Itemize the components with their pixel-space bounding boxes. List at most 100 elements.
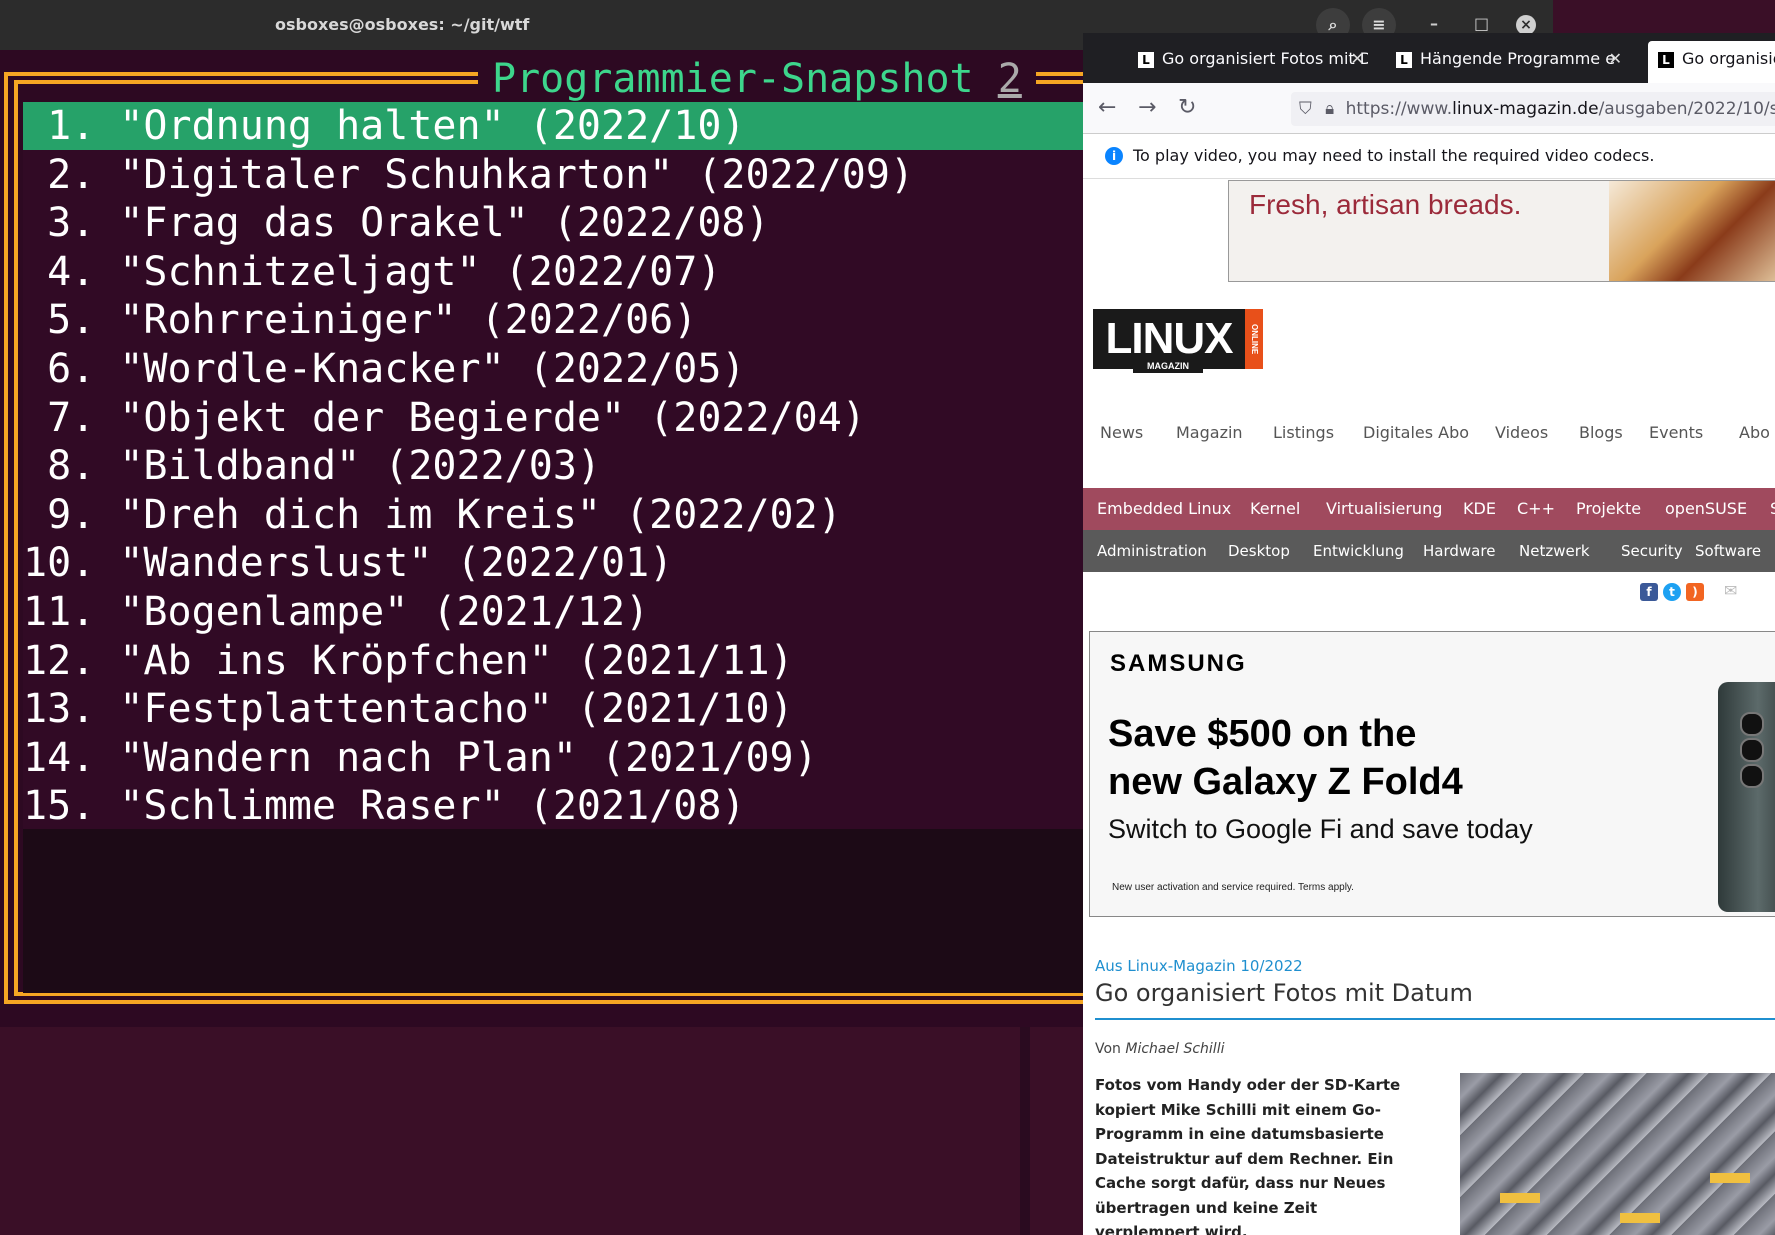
cat-kernel[interactable]: Kernel	[1250, 488, 1300, 530]
widget-heading-number: 2	[997, 56, 1022, 102]
linux-magazin-favicon: L	[1138, 51, 1154, 68]
snapshot-list-item[interactable]: 9. "Dreh dich im Kreis" (2022/02)	[23, 491, 1133, 539]
mail-icon[interactable]: ✉	[1724, 581, 1737, 600]
nav-digitales-abo[interactable]: Digitales Abo	[1363, 408, 1469, 458]
snapshot-list-item[interactable]: 6. "Wordle-Knacker" (2022/05)	[23, 345, 1133, 393]
ad-headline-line-2: new Galaxy Z Fold4	[1108, 761, 1463, 803]
article-teaser: Fotos vom Handy oder der SD-Karte kopier…	[1095, 1076, 1401, 1235]
item-title: "Schlimme Raser" (2021/08)	[119, 783, 746, 830]
url-path: /ausgaben/2022/10/s	[1598, 99, 1775, 119]
item-title: "Festplattentacho" (2021/10)	[119, 686, 794, 733]
lock-icon[interactable]: 🔒︎	[1325, 99, 1334, 119]
article-byline: Von Michael Schilli	[1095, 1041, 1224, 1057]
cat-entwicklung[interactable]: Entwicklung	[1313, 530, 1404, 572]
url-prefix: https://www.	[1345, 99, 1453, 119]
snapshot-list-item[interactable]: 5. "Rohrreiniger" (2022/06)	[23, 296, 1133, 344]
back-icon[interactable]: ←	[1098, 95, 1116, 120]
nav-videos[interactable]: Videos	[1495, 408, 1548, 458]
cat-kde[interactable]: KDE	[1463, 488, 1496, 530]
rss-icon[interactable]: )	[1686, 583, 1704, 601]
item-title: "Wordle-Knacker" (2022/05)	[119, 346, 746, 392]
nav-listings[interactable]: Listings	[1273, 408, 1334, 458]
article-author: Michael Schilli	[1125, 1041, 1225, 1057]
bread-advertisement[interactable]: Fresh, artisan breads.	[1228, 180, 1775, 282]
item-title: "Digitaler Schuhkarton" (2022/09)	[119, 151, 915, 198]
minimize-icon[interactable]: –	[1430, 14, 1438, 33]
title-divider	[1095, 1018, 1775, 1020]
snapshot-list-item[interactable]: 14. "Wandern nach Plan" (2021/09)	[23, 734, 1133, 782]
snapshot-list-item[interactable]: 11. "Bogenlampe" (2021/12)	[23, 588, 1133, 636]
snapshot-list-item[interactable]: 12. "Ab ins Kröpfchen" (2021/11)	[23, 637, 1133, 685]
snapshot-list-item[interactable]: 7. "Objekt der Begierde" (2022/04)	[23, 394, 1133, 442]
cat-opensuse[interactable]: openSUSE	[1665, 488, 1747, 530]
article-kicker[interactable]: Aus Linux-Magazin 10/2022	[1095, 957, 1303, 975]
snapshot-list-item[interactable]: 4. "Schnitzeljagt" (2022/07)	[23, 248, 1133, 296]
snapshot-list-item[interactable]: 15. "Schlimme Raser" (2021/08)	[23, 782, 1133, 830]
snapshot-list-item[interactable]: 10. "Wanderslust" (2022/01)	[23, 539, 1133, 587]
desktop-divider	[1020, 1027, 1030, 1235]
facebook-icon[interactable]: f	[1640, 583, 1658, 601]
maximize-icon[interactable]: □	[1474, 14, 1489, 33]
cat-embedded-linux[interactable]: Embedded Linux	[1097, 488, 1231, 530]
cat-hardware[interactable]: Hardware	[1423, 530, 1495, 572]
tab-label: Go organisiert Fotos mit D	[1162, 49, 1368, 68]
info-icon: i	[1105, 147, 1123, 165]
codec-notification-bar: i To play video, you may need to install…	[1083, 134, 1775, 179]
nav-news[interactable]: News	[1100, 408, 1143, 458]
close-tab-icon[interactable]: ✕	[1351, 41, 1364, 77]
nav-events[interactable]: Events	[1649, 408, 1703, 458]
cat-desktop[interactable]: Desktop	[1228, 530, 1290, 572]
navigation-toolbar: ← → ↻ ⛉ 🔒︎ https://www.linux-magazin.de/…	[1083, 83, 1775, 134]
cat-netzwerk[interactable]: Netzwerk	[1519, 530, 1590, 572]
forward-icon[interactable]: →	[1138, 95, 1156, 120]
image-detail	[1500, 1193, 1540, 1203]
linux-magazin-favicon: L	[1658, 51, 1674, 68]
close-icon[interactable]: ×	[1516, 15, 1536, 35]
logo-online-text: ONLINE	[1245, 309, 1263, 369]
item-title: "Objekt der Begierde" (2022/04)	[119, 394, 866, 441]
samsung-advertisement[interactable]: SAMSUNG Save $500 on the new Galaxy Z Fo…	[1089, 631, 1775, 917]
snapshot-list-item[interactable]: 13. "Festplattentacho" (2021/10)	[23, 685, 1133, 733]
tracking-shield-icon[interactable]: ⛉	[1299, 99, 1312, 119]
linux-magazin-logo[interactable]: LINUX MAGAZIN ONLINE	[1093, 309, 1265, 381]
close-tab-icon[interactable]: ✕	[1609, 41, 1622, 77]
snapshot-list-item[interactable]: 1. "Ordnung halten" (2022/10)	[23, 102, 1133, 150]
cat-more[interactable]: S	[1770, 488, 1775, 530]
item-title: "Bildband" (2022/03)	[119, 443, 601, 490]
tab-active[interactable]: L Go organisie	[1648, 41, 1775, 83]
snapshot-list-item[interactable]: 2. "Digitaler Schuhkarton" (2022/09)	[23, 151, 1133, 199]
item-number: 15.	[23, 783, 96, 830]
cat-cpp[interactable]: C++	[1517, 488, 1555, 530]
snapshot-list-item[interactable]: 8. "Bildband" (2022/03)	[23, 442, 1133, 490]
nav-magazin[interactable]: Magazin	[1176, 408, 1243, 458]
article-title: Go organisiert Fotos mit Datum	[1095, 979, 1473, 1007]
item-title: "Frag das Orakel" (2022/08)	[119, 200, 770, 247]
cat-administration[interactable]: Administration	[1097, 530, 1207, 572]
snapshot-list-item[interactable]: 3. "Frag das Orakel" (2022/08)	[23, 199, 1133, 247]
byline-prefix: Von	[1095, 1041, 1126, 1057]
item-title: "Bogenlampe" (2021/12)	[119, 589, 650, 635]
image-detail	[1710, 1173, 1750, 1183]
widget-heading: Programmier-Snapshot 2	[478, 55, 1036, 103]
cat-virtualisierung[interactable]: Virtualisierung	[1326, 488, 1442, 530]
filing-cabinet-image	[1460, 1073, 1775, 1235]
nav-abo[interactable]: Abo	[1739, 408, 1770, 458]
ad-brand: SAMSUNG	[1110, 650, 1247, 677]
cat-software[interactable]: Software	[1695, 530, 1761, 572]
category-bar-primary: Embedded Linux Kernel Virtualisierung KD…	[1083, 488, 1775, 530]
tab-haengende-programme[interactable]: L Hängende Programme e ✕	[1396, 41, 1626, 77]
twitter-icon[interactable]: t	[1663, 583, 1681, 601]
item-number: 5.	[23, 297, 96, 344]
cat-security[interactable]: Security	[1621, 530, 1683, 572]
reload-icon[interactable]: ↻	[1178, 95, 1196, 120]
nav-blogs[interactable]: Blogs	[1579, 408, 1623, 458]
item-number: 11.	[23, 589, 96, 635]
ad-fineprint: New user activation and service required…	[1112, 882, 1354, 893]
cat-projekte[interactable]: Projekte	[1576, 488, 1641, 530]
ad-headline: Fresh, artisan breads.	[1249, 189, 1522, 220]
tab-label: Go organisie	[1682, 49, 1775, 68]
url-bar[interactable]: ⛉ 🔒︎ https://www.linux-magazin.de/ausgab…	[1291, 92, 1775, 126]
tab-go-fotos[interactable]: L Go organisiert Fotos mit D ✕	[1138, 41, 1368, 77]
item-number: 2.	[23, 151, 96, 198]
phone-image	[1718, 682, 1775, 912]
